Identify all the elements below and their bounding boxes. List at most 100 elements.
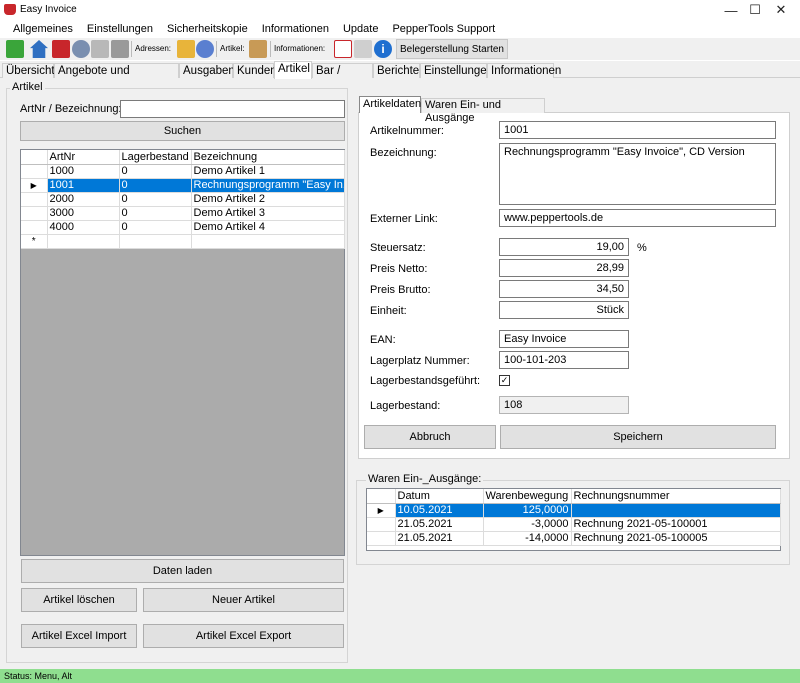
new-row-marker[interactable]: * [21, 234, 48, 249]
cell-datum[interactable]: 21.05.2021 [395, 531, 484, 546]
cell-artnr[interactable]: 3000 [47, 206, 120, 221]
row-pointer-icon[interactable]: ▶ [367, 503, 396, 518]
row-header[interactable] [367, 517, 396, 532]
cell-artnr[interactable] [47, 234, 120, 249]
column-header-lagerbestand[interactable]: Lagerbestand [119, 150, 192, 165]
cell-lagerbestand[interactable]: 0 [119, 206, 192, 221]
tab-berichte[interactable]: Berichte [373, 63, 420, 78]
cell-lagerbestand[interactable]: 0 [119, 178, 192, 193]
menu-informationen[interactable]: Informationen [255, 23, 336, 35]
table-row[interactable]: 4000 0 Demo Artikel 4 [21, 220, 345, 235]
cell-bezeichnung[interactable]: Demo Artikel 3 [191, 206, 345, 221]
tab-einstellungen[interactable]: Einstellungen [420, 63, 493, 78]
preis-brutto-input[interactable]: 34,50 [499, 280, 629, 298]
cell-bezeichnung[interactable]: Demo Artikel 1 [191, 164, 345, 179]
cell-lagerbestand[interactable] [119, 234, 192, 249]
cell-rechnungsnummer[interactable] [571, 503, 781, 518]
row-header[interactable] [367, 531, 396, 546]
row-header[interactable] [21, 206, 48, 221]
cell-bezeichnung[interactable] [191, 234, 345, 249]
cell-artnr[interactable]: 4000 [47, 220, 120, 235]
tools-icon[interactable] [354, 40, 372, 58]
home-icon[interactable] [30, 40, 48, 58]
tab-angebote[interactable]: Angebote und Einnahmen [54, 63, 179, 91]
cell-artnr[interactable]: 2000 [47, 192, 120, 207]
bezeichnung-textarea[interactable]: Rechnungsprogramm "Easy Invoice", CD Ver… [499, 143, 776, 205]
column-header-artnr[interactable]: ArtNr [47, 150, 120, 165]
cell-bezeichnung[interactable]: Demo Artikel 4 [191, 220, 345, 235]
cell-rechnungsnummer[interactable]: Rechnung 2021-05-100001 [571, 517, 781, 532]
cell-bezeichnung[interactable]: Rechnungsprogramm "Easy In... [191, 178, 345, 193]
preis-netto-input[interactable]: 28,99 [499, 259, 629, 277]
table-row-selected[interactable]: ▶ 10.05.2021 125,0000 [367, 503, 781, 518]
tab-informationen[interactable]: Informationen [487, 63, 561, 78]
row-pointer-icon[interactable]: ▶ [21, 178, 48, 193]
invoice-icon[interactable] [52, 40, 70, 58]
cell-rechnungsnummer[interactable]: Rechnung 2021-05-100005 [571, 531, 781, 546]
link-input[interactable]: www.peppertools.de [499, 209, 776, 227]
address-book-icon[interactable] [177, 40, 195, 58]
cell-warenbewegung[interactable]: 125,0000 [483, 503, 572, 518]
settings-icon[interactable] [72, 40, 90, 58]
row-header[interactable] [21, 164, 48, 179]
tab-artikel[interactable]: Artikel [274, 61, 312, 79]
row-header[interactable] [21, 192, 48, 207]
excel-export-button[interactable]: Artikel Excel Export [143, 624, 344, 648]
column-header-warenbewegung[interactable]: Warenbewegung [483, 489, 572, 504]
table-row[interactable]: 2000 0 Demo Artikel 2 [21, 192, 345, 207]
table-row[interactable]: 21.05.2021 -14,0000 Rechnung 2021-05-100… [367, 531, 781, 546]
search-input[interactable] [120, 100, 345, 118]
column-header-bezeichnung[interactable]: Bezeichnung [191, 150, 345, 165]
pdf-icon[interactable] [334, 40, 352, 58]
menu-peppertools-support[interactable]: PepperTools Support [385, 23, 502, 35]
table-row-selected[interactable]: ▶ 1001 0 Rechnungsprogramm "Easy In... [21, 178, 345, 193]
table-row[interactable]: 21.05.2021 -3,0000 Rechnung 2021-05-1000… [367, 517, 781, 532]
column-header-datum[interactable]: Datum [395, 489, 484, 504]
cell-lagerbestand[interactable]: 0 [119, 220, 192, 235]
tab-uebersicht[interactable]: Übersicht [2, 63, 55, 78]
printer-icon[interactable] [111, 40, 129, 58]
tab-artikeldaten[interactable]: Artikeldaten [359, 96, 421, 113]
belegerstellung-button[interactable]: Belegerstellung Starten [396, 39, 508, 59]
artikelnummer-input[interactable]: 1001 [499, 121, 776, 139]
einheit-input[interactable]: Stück [499, 301, 629, 319]
info-icon[interactable]: i [374, 40, 392, 58]
menu-sicherheitskopie[interactable]: Sicherheitskopie [160, 23, 255, 35]
cell-bezeichnung[interactable]: Demo Artikel 2 [191, 192, 345, 207]
abbruch-button[interactable]: Abbruch [364, 425, 496, 449]
new-row[interactable]: * [21, 234, 345, 249]
tab-kunden[interactable]: Kunden [233, 63, 277, 78]
table-row[interactable]: 3000 0 Demo Artikel 3 [21, 206, 345, 221]
steuersatz-input[interactable]: 19,00 [499, 238, 629, 256]
cell-warenbewegung[interactable]: -3,0000 [483, 517, 572, 532]
document-icon[interactable] [91, 40, 109, 58]
row-header[interactable] [21, 220, 48, 235]
close-button[interactable]: ✕ [758, 0, 800, 20]
exit-icon[interactable] [6, 40, 24, 58]
cell-warenbewegung[interactable]: -14,0000 [483, 531, 572, 546]
suchen-button[interactable]: Suchen [20, 121, 345, 141]
tab-bar-kasse[interactable]: Bar / Kasse [312, 63, 373, 91]
neuer-artikel-button[interactable]: Neuer Artikel [143, 588, 344, 612]
daten-laden-button[interactable]: Daten laden [21, 559, 344, 583]
cell-datum[interactable]: 21.05.2021 [395, 517, 484, 532]
cell-artnr[interactable]: 1000 [47, 164, 120, 179]
cell-artnr[interactable]: 1001 [47, 178, 120, 193]
table-row[interactable]: 1000 0 Demo Artikel 1 [21, 164, 345, 179]
menu-allgemeines[interactable]: Allgemeines [6, 23, 80, 35]
tab-ausgaben[interactable]: Ausgaben [179, 63, 235, 78]
cell-datum[interactable]: 10.05.2021 [395, 503, 484, 518]
cell-lagerbestand[interactable]: 0 [119, 192, 192, 207]
box-icon[interactable] [249, 40, 267, 58]
artikel-loeschen-button[interactable]: Artikel löschen [21, 588, 137, 612]
lagerplatz-input[interactable]: 100-101-203 [499, 351, 629, 369]
excel-import-button[interactable]: Artikel Excel Import [21, 624, 137, 648]
cell-lagerbestand[interactable]: 0 [119, 164, 192, 179]
menu-einstellungen[interactable]: Einstellungen [80, 23, 160, 35]
lagerbestandsgefuehrt-checkbox[interactable]: ✓ [499, 375, 510, 386]
ean-input[interactable]: Easy Invoice [499, 330, 629, 348]
contacts-icon[interactable] [196, 40, 214, 58]
column-header-rechnungsnummer[interactable]: Rechnungsnummer [571, 489, 781, 504]
menu-update[interactable]: Update [336, 23, 385, 35]
tab-waren-ein-ausgaenge[interactable]: Waren Ein- und Ausgänge [421, 98, 545, 124]
